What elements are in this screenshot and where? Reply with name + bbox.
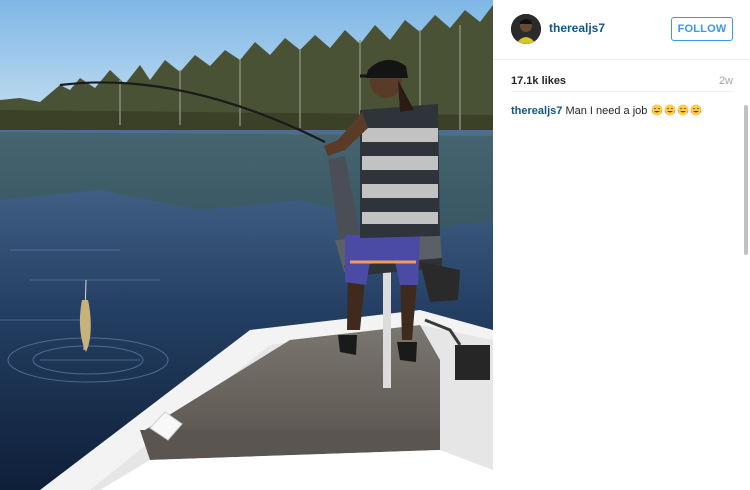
post-side-panel: therealjs7 FOLLOW 17.1k likes 2w thereal… [493, 0, 750, 490]
caption-text: Man I need a job [565, 105, 648, 117]
scrollbar-thumb[interactable] [744, 105, 748, 255]
tears-of-joy-emoji-icon [690, 104, 702, 116]
caption-emojis [650, 104, 702, 117]
fishing-photo-illustration [0, 0, 493, 490]
caption: therealjs7 Man I need a job [511, 104, 741, 118]
post-stats: 17.1k likes 2w [511, 72, 733, 92]
follow-button[interactable]: FOLLOW [671, 17, 733, 41]
username-link[interactable]: therealjs7 [549, 21, 605, 35]
avatar-image [511, 14, 541, 44]
likes-count[interactable]: 17.1k likes [511, 75, 566, 87]
tears-of-joy-emoji-icon [651, 104, 663, 116]
post-header: therealjs7 FOLLOW [493, 0, 750, 60]
tears-of-joy-emoji-icon [664, 104, 676, 116]
post-timestamp[interactable]: 2w [719, 75, 733, 87]
comments-scrollbar[interactable] [743, 100, 750, 440]
tears-of-joy-emoji-icon [677, 104, 689, 116]
post-photo[interactable] [0, 0, 493, 490]
avatar[interactable] [511, 14, 541, 44]
caption-username[interactable]: therealjs7 [511, 105, 562, 117]
